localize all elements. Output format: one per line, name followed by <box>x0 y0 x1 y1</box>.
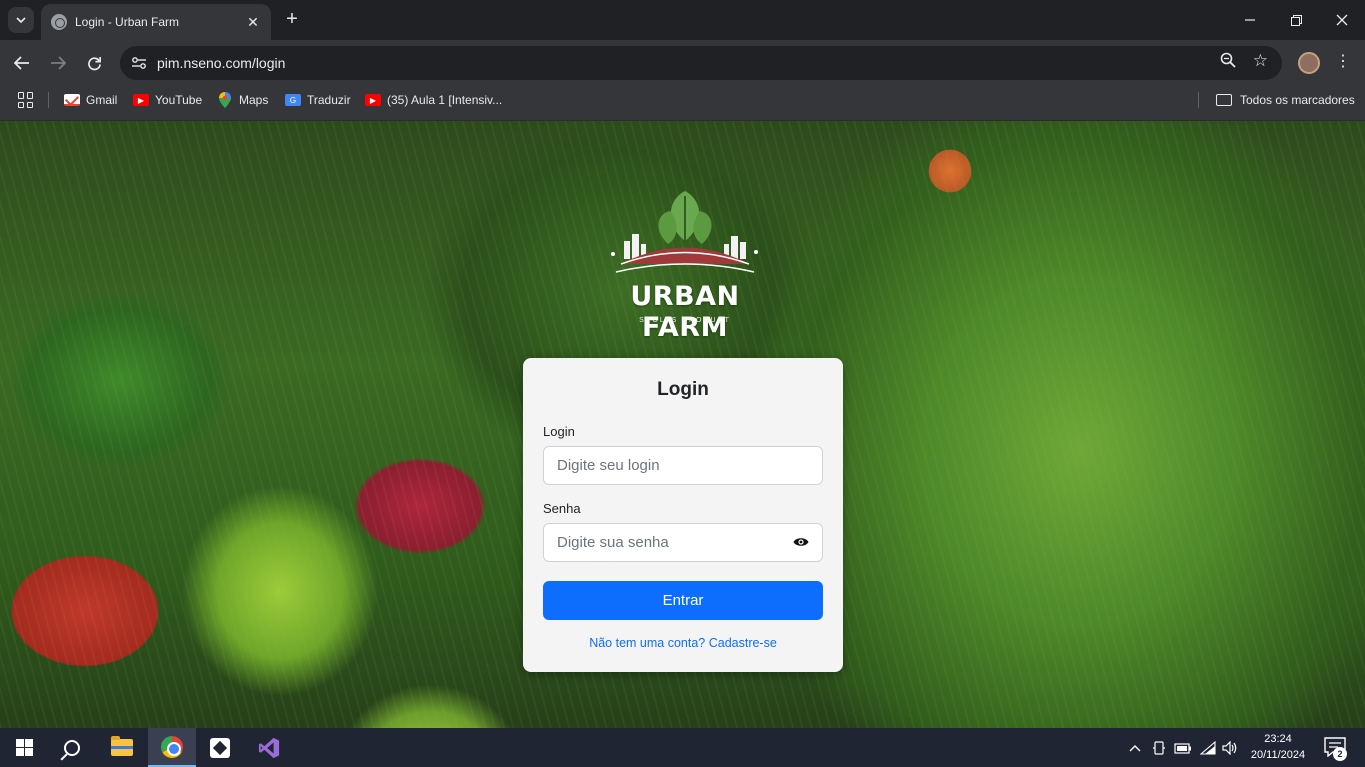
taskbar-clock[interactable]: 23:24 20/11/2024 <box>1244 731 1312 763</box>
bookmark-label: (35) Aula 1 [Intensiv... <box>387 93 503 107</box>
site-info-icon[interactable] <box>130 54 148 72</box>
submit-login-button[interactable]: Entrar <box>543 581 823 620</box>
zoom-icon[interactable] <box>1220 52 1236 72</box>
chrome-icon <box>161 735 183 758</box>
url-text: pim.nseno.com/login <box>157 55 286 71</box>
magnifier-zoom-icon <box>1220 52 1236 68</box>
device-icon <box>1153 740 1165 755</box>
apps-grid-icon[interactable] <box>18 92 34 108</box>
browser-toolbar: pim.nseno.com/login ☆ <box>0 40 1365 86</box>
bookmarks-bar <box>0 86 1365 121</box>
folder-icon <box>1216 94 1232 106</box>
browser-tab[interactable]: Login - Urban Farm ✕ <box>41 4 271 40</box>
logo-title: URBAN FARM <box>630 281 740 343</box>
all-bookmarks-button[interactable]: Todos os marcadores <box>1216 92 1355 108</box>
password-label: Senha <box>543 501 581 516</box>
signup-link[interactable]: Não tem uma conta? Cadastre-se <box>523 636 843 650</box>
forward-button[interactable] <box>43 48 73 78</box>
bookmark-label: YouTube <box>155 93 203 107</box>
bookmark-youtube[interactable]: ▶ YouTube <box>133 92 202 108</box>
chevron-up-icon <box>1129 744 1141 751</box>
close-icon <box>1336 14 1348 26</box>
search-icon <box>64 739 80 756</box>
bookmark-gmail[interactable]: Gmail <box>64 92 117 108</box>
chrome-taskbar-button[interactable] <box>148 728 196 767</box>
tab-title: Login - Urban Farm <box>75 15 180 29</box>
file-explorer-button[interactable] <box>98 728 146 767</box>
new-tab-button[interactable]: + <box>281 8 303 30</box>
bookmark-label: Maps <box>239 93 269 107</box>
battery-tray-icon[interactable] <box>1172 728 1194 767</box>
taskbar-search-button[interactable] <box>48 728 96 767</box>
show-hidden-icons[interactable] <box>1126 728 1144 767</box>
back-button[interactable] <box>7 48 37 78</box>
tab-search-button[interactable] <box>8 7 34 33</box>
close-tab-icon[interactable]: ✕ <box>245 14 261 31</box>
restore-button[interactable] <box>1273 0 1319 40</box>
more-menu-icon[interactable]: ⋮ <box>1334 51 1352 71</box>
arrow-left-icon <box>14 56 29 70</box>
speaker-icon <box>1221 740 1236 755</box>
device-tray-icon[interactable] <box>1150 728 1168 767</box>
bookmark-label: Traduzir <box>307 93 351 107</box>
folder-icon <box>111 736 133 756</box>
reload-button[interactable] <box>79 48 109 78</box>
visual-studio-icon <box>258 737 280 758</box>
logo-subtitle: SEOLLS PRODUCT <box>639 317 731 324</box>
maps-icon <box>217 92 233 108</box>
start-button[interactable] <box>0 728 48 767</box>
cube-app-icon <box>210 737 230 758</box>
battery-plug-icon <box>1174 742 1191 754</box>
password-input[interactable] <box>543 523 823 562</box>
bookmark-translate[interactable]: G Traduzir <box>285 92 351 108</box>
tune-icon <box>132 57 146 69</box>
bookmark-star-icon[interactable]: ☆ <box>1253 51 1268 71</box>
visual-studio-button[interactable] <box>245 728 293 767</box>
minimize-icon <box>1245 19 1255 21</box>
wifi-tray-icon[interactable] <box>1198 728 1218 767</box>
login-card: Login Login Senha Entrar Não tem uma con… <box>523 358 843 672</box>
login-label: Login <box>543 424 575 439</box>
close-window-button[interactable] <box>1319 0 1365 40</box>
bookmarks-divider <box>1198 92 1199 108</box>
profile-avatar[interactable] <box>1298 52 1320 74</box>
wifi-icon <box>1200 740 1216 755</box>
bookmark-label: Gmail <box>86 93 118 107</box>
minimize-button[interactable] <box>1227 0 1273 40</box>
address-bar[interactable]: pim.nseno.com/login ☆ <box>120 46 1282 80</box>
bookmark-maps[interactable]: Maps <box>217 92 268 108</box>
reload-icon <box>87 56 101 70</box>
translate-icon: G <box>285 94 301 106</box>
bookmarks-divider <box>48 92 49 108</box>
notification-count-badge: 2 <box>1333 747 1347 761</box>
youtube-icon: ▶ <box>133 94 149 106</box>
volume-tray-icon[interactable] <box>1220 728 1240 767</box>
arrow-right-icon <box>51 56 66 70</box>
login-title: Login <box>657 379 709 400</box>
logo-emblem <box>611 191 758 273</box>
windows-taskbar: 23:24 20/11/2024 2 <box>0 728 1365 767</box>
bookmark-youtube-aula[interactable]: ▶ (35) Aula 1 [Intensiv... <box>365 92 502 108</box>
windows-logo-icon <box>15 739 33 756</box>
restore-icon <box>1290 14 1302 26</box>
gmail-icon <box>64 94 80 106</box>
login-input[interactable] <box>543 446 823 485</box>
chevron-down-icon <box>16 17 26 23</box>
eye-icon[interactable] <box>793 534 809 550</box>
clock-time: 23:24 <box>1264 733 1292 745</box>
urban-farm-logo: URBAN FARM SEOLLS PRODUCT <box>606 186 764 343</box>
tab-strip: Login - Urban Farm ✕ + <box>0 0 1365 40</box>
clock-date: 20/11/2024 <box>1250 749 1306 761</box>
app-taskbar-button[interactable] <box>196 728 244 767</box>
globe-icon <box>51 14 67 30</box>
youtube-icon: ▶ <box>365 94 381 106</box>
all-bookmarks-label: Todos os marcadores <box>1240 93 1355 107</box>
